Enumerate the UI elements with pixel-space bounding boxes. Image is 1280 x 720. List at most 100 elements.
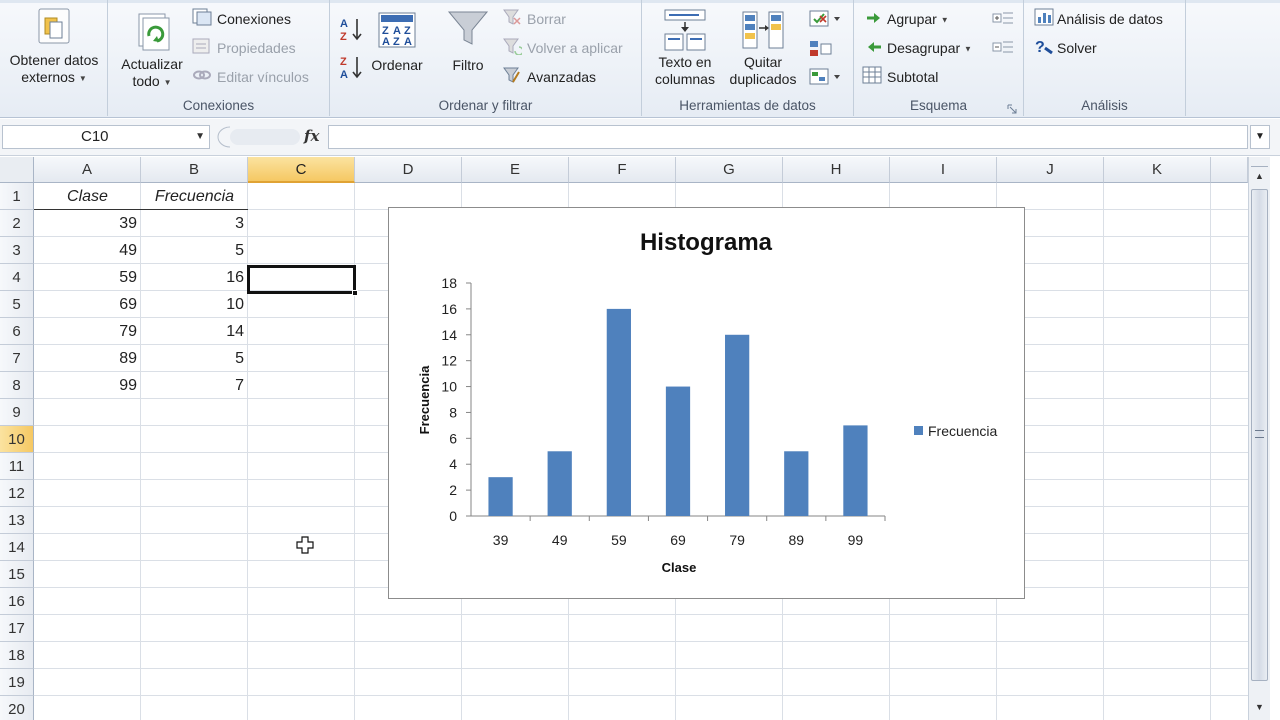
- cell-b6[interactable]: 14: [141, 318, 248, 345]
- hide-detail-button[interactable]: [992, 39, 1014, 55]
- cell-a6[interactable]: 79: [34, 318, 141, 345]
- dropdown-arrow-icon: ▼: [163, 77, 172, 87]
- row-header-11[interactable]: 11: [0, 453, 34, 480]
- advanced-filter-button[interactable]: Avanzadas: [502, 66, 596, 90]
- sort-a-z-button[interactable]: AZ: [338, 16, 364, 43]
- bar-49[interactable]: [547, 451, 572, 516]
- row-header-4[interactable]: 4: [0, 264, 34, 291]
- filter-button[interactable]: Filtro: [438, 10, 498, 74]
- vertical-scrollbar[interactable]: ▲ ▼: [1248, 157, 1270, 720]
- ungroup-button[interactable]: Desagrupar ▼: [866, 37, 972, 61]
- name-box-dropdown-icon[interactable]: ▼: [195, 126, 205, 148]
- column-header-k[interactable]: K: [1104, 157, 1211, 183]
- row-header-7[interactable]: 7: [0, 345, 34, 372]
- cell-a5[interactable]: 69: [34, 291, 141, 318]
- row-header-2[interactable]: 2: [0, 210, 34, 237]
- data-validation-button[interactable]: [808, 8, 842, 30]
- column-header-d[interactable]: D: [355, 157, 462, 183]
- row-header-14[interactable]: 14: [0, 534, 34, 561]
- cell-b2[interactable]: 3: [141, 210, 248, 237]
- connections-button[interactable]: Conexiones: [192, 8, 291, 32]
- row-header-6[interactable]: 6: [0, 318, 34, 345]
- column-header-e[interactable]: E: [462, 157, 569, 183]
- what-if-analysis-button[interactable]: [808, 66, 842, 88]
- column-header-h[interactable]: H: [783, 157, 890, 183]
- sort-button[interactable]: ZAZAZA Ordenar: [366, 12, 428, 74]
- cell-b8[interactable]: 7: [141, 372, 248, 399]
- bar-79[interactable]: [725, 334, 750, 516]
- sort-label: Ordenar: [371, 57, 423, 73]
- properties-icon: [192, 37, 212, 61]
- row-header-20[interactable]: 20: [0, 696, 34, 720]
- bar-89[interactable]: [784, 451, 809, 516]
- cell-a4[interactable]: 59: [34, 264, 141, 291]
- cell-a1[interactable]: Clase: [34, 183, 141, 210]
- reapply-button[interactable]: Volver a aplicar: [502, 37, 623, 61]
- bar-39[interactable]: [488, 477, 513, 516]
- row-header-12[interactable]: 12: [0, 480, 34, 507]
- histogram-chart[interactable]: Histograma Frecuencia Clase 0 2 4 6 8 10 12 14 1…: [388, 207, 1025, 599]
- outline-dialog-launcher[interactable]: [1007, 102, 1017, 114]
- clear-filter-icon: [502, 8, 522, 32]
- cell-b5[interactable]: 10: [141, 291, 248, 318]
- get-external-data-button[interactable]: Obtener datos externos ▼: [0, 6, 108, 87]
- text-to-columns-button[interactable]: Texto en columnas: [648, 8, 722, 88]
- row-header-18[interactable]: 18: [0, 642, 34, 669]
- expand-formula-bar-icon[interactable]: ▼: [1250, 125, 1270, 149]
- row-header-8[interactable]: 8: [0, 372, 34, 399]
- cell-a7[interactable]: 89: [34, 345, 141, 372]
- cell-a8[interactable]: 99: [34, 372, 141, 399]
- fill-handle[interactable]: [352, 290, 358, 296]
- subtotal-button[interactable]: Subtotal: [862, 66, 938, 90]
- row-header-10[interactable]: 10: [0, 426, 34, 453]
- column-header-i[interactable]: I: [890, 157, 997, 183]
- row-header-17[interactable]: 17: [0, 615, 34, 642]
- bar-59[interactable]: [606, 308, 631, 516]
- row-header-1[interactable]: 1: [0, 183, 34, 210]
- column-header-partial[interactable]: [1211, 157, 1248, 183]
- row-header-16[interactable]: 16: [0, 588, 34, 615]
- column-header-b[interactable]: B: [141, 157, 248, 183]
- column-gridline: [1210, 183, 1211, 720]
- cell-a2[interactable]: 39: [34, 210, 141, 237]
- column-header-f[interactable]: F: [569, 157, 676, 183]
- data-analysis-button[interactable]: Análisis de datos: [1034, 8, 1163, 32]
- solver-button[interactable]: ? Solver: [1034, 37, 1097, 61]
- cell-b3[interactable]: 5: [141, 237, 248, 264]
- group-button[interactable]: Agrupar ▼: [866, 8, 949, 32]
- row-header-9[interactable]: 9: [0, 399, 34, 426]
- refresh-all-button[interactable]: Actualizar todo ▼: [114, 12, 190, 91]
- cell-b4[interactable]: 16: [141, 264, 248, 291]
- scroll-thumb[interactable]: [1251, 189, 1268, 681]
- column-header-j[interactable]: J: [997, 157, 1104, 183]
- formula-input[interactable]: [328, 125, 1248, 149]
- scroll-down-icon[interactable]: ▼: [1251, 702, 1268, 718]
- row-header-5[interactable]: 5: [0, 291, 34, 318]
- selected-cell-c10[interactable]: [247, 265, 358, 296]
- row-header-15[interactable]: 15: [0, 561, 34, 588]
- row-header-3[interactable]: 3: [0, 237, 34, 264]
- bar-99[interactable]: [843, 425, 868, 516]
- edit-links-button[interactable]: Editar vínculos: [192, 66, 309, 90]
- cell-b1[interactable]: Frecuencia: [141, 183, 248, 210]
- consolidate-button[interactable]: [808, 38, 842, 60]
- y-tick-label: 14: [441, 327, 457, 343]
- sort-z-a-button[interactable]: ZA: [338, 54, 364, 81]
- clear-filter-button[interactable]: Borrar: [502, 8, 566, 32]
- scroll-up-icon[interactable]: ▲: [1251, 171, 1268, 187]
- cell-b7[interactable]: 5: [141, 345, 248, 372]
- properties-button[interactable]: Propiedades: [192, 37, 296, 61]
- row-header-19[interactable]: 19: [0, 669, 34, 696]
- column-header-g[interactable]: G: [676, 157, 783, 183]
- row-header-13[interactable]: 13: [0, 507, 34, 534]
- insert-function-button[interactable]: fx: [304, 127, 319, 145]
- cell-a3[interactable]: 49: [34, 237, 141, 264]
- split-box[interactable]: [1251, 157, 1268, 167]
- column-header-a[interactable]: A: [34, 157, 141, 183]
- column-header-c[interactable]: C: [248, 157, 355, 183]
- select-all-corner[interactable]: [0, 157, 34, 183]
- show-detail-button[interactable]: [992, 10, 1014, 26]
- bar-69[interactable]: [665, 386, 691, 516]
- name-box[interactable]: C10 ▼: [2, 125, 210, 149]
- remove-duplicates-button[interactable]: Quitar duplicados: [724, 8, 802, 88]
